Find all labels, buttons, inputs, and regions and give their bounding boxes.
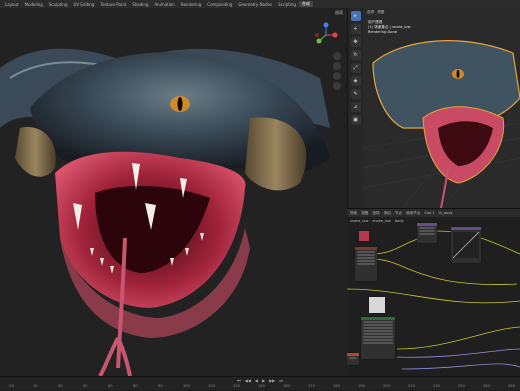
viewport-info-text: 用户透视 (1) 场景集合 | snake_low Rendering Done	[368, 20, 411, 35]
timeline-tick-label: 60	[108, 384, 113, 388]
workspace-tab[interactable]: 合成	[298, 1, 313, 7]
workspace-tab[interactable]: Sculpting	[46, 2, 71, 7]
timeline-tick-label: 250	[458, 384, 465, 388]
timeline-tick-label: 90	[158, 384, 163, 388]
timeline-tick-label: 80	[133, 384, 138, 388]
timeline-tick-label: -20	[8, 384, 14, 388]
timeline-tick-label: 100	[183, 384, 190, 388]
grid-icon[interactable]	[333, 82, 341, 90]
snake-render	[0, 48, 330, 376]
render-preview-image	[363, 40, 520, 208]
image-texture-thumb-node[interactable]	[359, 231, 369, 241]
curves-node[interactable]	[451, 227, 481, 263]
add-cube-tool-icon[interactable]: ▣	[350, 115, 361, 125]
viewport-nav-buttons	[333, 52, 341, 90]
workspace-tab[interactable]: Layout	[2, 2, 22, 7]
transform-tool-icon[interactable]: ◈	[350, 76, 361, 86]
workspace-tab[interactable]: Shading	[129, 2, 151, 7]
color-ramp-node[interactable]	[417, 223, 437, 243]
timeline-tick-label: 180	[333, 384, 340, 388]
camera-icon[interactable]	[333, 72, 341, 80]
prev-key-icon[interactable]: ◀◀	[245, 378, 251, 383]
image-texture-node[interactable]	[355, 247, 377, 281]
timeline-tick-label: 30	[58, 384, 63, 388]
workspace-tabs: Layout Modeling Sculpting UV Editing Texture…	[0, 0, 520, 8]
jump-start-icon[interactable]: ⏮	[237, 378, 241, 383]
navigation-gizmo[interactable]	[313, 22, 339, 48]
render-view-menu[interactable]: 视图	[377, 10, 384, 15]
workspace-tab[interactable]: Texture Paint	[97, 2, 129, 7]
timeline-tick-label: 260	[483, 384, 490, 388]
viewport-header: 选项	[0, 8, 347, 18]
workspace-tab[interactable]: Scripting	[275, 2, 299, 7]
render-preview-viewport[interactable]: 选项 视图 用户透视 (1) 场景集合 | snake_low Renderin…	[363, 8, 520, 208]
timeline-tick-label: 50	[83, 384, 88, 388]
texture-coordinate-node[interactable]	[347, 353, 359, 365]
playback-controls: ⏮ ◀◀ ◀ ▶ ▶▶ ⏭	[0, 377, 520, 383]
timeline-tick-label: 200	[383, 384, 390, 388]
render-options-menu[interactable]: 选项	[367, 10, 374, 15]
texture-preview-node[interactable]	[369, 297, 385, 313]
timeline-tick-label: 120	[208, 384, 215, 388]
timeline-tick-label: 210	[408, 384, 415, 388]
timeline-tick-label: 280	[508, 384, 515, 388]
viewport-options-menu[interactable]: 选项	[335, 10, 343, 16]
move-tool-icon[interactable]: ✥	[350, 37, 361, 47]
rotate-tool-icon[interactable]: ↻	[350, 50, 361, 60]
timeline[interactable]: ⏮ ◀◀ ◀ ▶ ▶▶ ⏭ -20 10 30 50 60 80 90 100 120 130 14…	[0, 376, 520, 390]
annotate-tool-icon[interactable]: ✎	[350, 89, 361, 99]
workspace-tab[interactable]: Compositing	[204, 2, 235, 7]
render-status-label: Rendering Done	[368, 30, 397, 34]
timeline-tick-label: 140	[258, 384, 265, 388]
timeline-tick-label: 190	[358, 384, 365, 388]
principled-bsdf-node[interactable]	[361, 317, 395, 359]
timeline-tick-label: 230	[433, 384, 440, 388]
workspace-tab[interactable]: Geometry Nodes	[235, 2, 275, 7]
workspace-tab[interactable]: Modeling	[22, 2, 46, 7]
workspace-tab[interactable]: Rendering	[178, 2, 204, 7]
scale-tool-icon[interactable]: ⤢	[350, 63, 361, 73]
jump-end-icon[interactable]: ⏭	[279, 378, 283, 383]
main-3d-viewport[interactable]: 选项	[0, 8, 347, 376]
timeline-tick-label: 170	[308, 384, 315, 388]
play-reverse-icon[interactable]: ◀	[255, 378, 258, 383]
play-icon[interactable]: ▶	[262, 378, 265, 383]
timeline-tick-label: 160	[283, 384, 290, 388]
workspace-tab[interactable]: Animation	[151, 2, 177, 7]
pan-icon[interactable]	[333, 62, 341, 70]
zoom-icon[interactable]	[333, 52, 341, 60]
select-tool-icon[interactable]: ▸	[350, 11, 361, 21]
workspace-tab[interactable]: UV Editing	[71, 2, 98, 7]
timeline-tick-label: 10	[33, 384, 38, 388]
measure-tool-icon[interactable]: ⊿	[350, 102, 361, 112]
timeline-tick-label: 130	[233, 384, 240, 388]
next-key-icon[interactable]: ▶▶	[269, 378, 275, 383]
cursor-tool-icon[interactable]: +	[350, 24, 361, 34]
render-viewport-header: 选项 视图	[363, 8, 520, 17]
shader-node-editor[interactable]: 物体 视图 选择 添加 节点 使用节点 Slot 1 0l_body snake_low sna…	[347, 208, 520, 376]
